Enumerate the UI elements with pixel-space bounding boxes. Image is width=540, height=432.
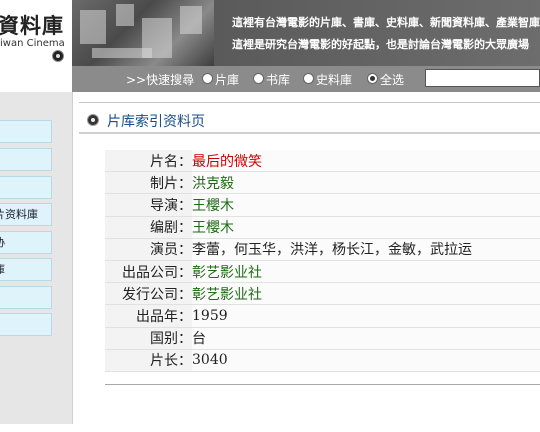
distributor-link[interactable]: 彰艺影业社 — [192, 282, 540, 306]
left-sidebar: 片资料庫 协 庫 — [0, 92, 73, 432]
screenwriter-link[interactable]: 王櫻木 — [192, 216, 540, 239]
radio-book-library-label[interactable]: 书库 — [266, 71, 290, 88]
field-label: 出品年： — [105, 304, 192, 328]
country-value: 台 — [192, 327, 540, 350]
production-company-link[interactable]: 彰艺影业社 — [192, 260, 540, 284]
table-row: 国别： 台 — [105, 327, 540, 350]
header-photo — [72, 0, 214, 66]
logo-english-text: iwan Cinema — [0, 38, 65, 49]
radio-history-library[interactable] — [303, 73, 314, 84]
site-header: 資料庫 iwan Cinema 這裡有台灣電影的片庫、書庫、史料庫、新聞資料庫、… — [0, 0, 540, 66]
film-title-value: 最后的微笑 — [192, 150, 540, 173]
field-label: 演员： — [105, 238, 192, 261]
table-row: 出品公司： 彰艺影业社 — [105, 260, 540, 284]
sidebar-item-3[interactable] — [0, 176, 52, 199]
producer-link[interactable]: 洪克毅 — [192, 171, 540, 195]
sidebar-item-6[interactable]: 庫 — [0, 258, 52, 281]
radio-history-library-label[interactable]: 史料庫 — [316, 71, 352, 88]
field-label: 出品公司： — [105, 260, 192, 284]
film-reel-icon — [87, 114, 99, 126]
quick-search-bar: >>快速搜尋 片庫 书库 史料庫 全选 — [72, 66, 540, 92]
field-label: 片名： — [105, 150, 192, 173]
sidebar-item-8[interactable] — [0, 313, 52, 336]
page-bottom — [0, 424, 540, 432]
field-label: 片长： — [105, 349, 192, 372]
sidebar-item-7[interactable] — [0, 286, 52, 309]
main-content: 片库索引资料页 片名： 最后的微笑 制片： 洪克毅 导演： 王櫻木 编剧： 王櫻… — [79, 92, 540, 432]
field-label: 编剧： — [105, 216, 192, 239]
logo-chinese-text: 資料庫 — [0, 13, 64, 38]
table-row: 片长： 3040 — [105, 349, 540, 372]
radio-select-all[interactable] — [367, 73, 378, 84]
table-row: 演员： 李蕾，何玉华，洪洋，杨长江，金敏，武拉运 — [105, 238, 540, 261]
table-row: 片名： 最后的微笑 — [105, 150, 540, 173]
field-label: 国别： — [105, 327, 192, 350]
length-value: 3040 — [192, 349, 540, 372]
header-tagline-banner: 這裡有台灣電影的片庫、書庫、史料庫、新聞資料庫、產業智庫、 這裡是研究台灣電影的… — [214, 0, 540, 66]
radio-film-library-label[interactable]: 片庫 — [215, 71, 239, 88]
bottom-divider — [105, 384, 540, 385]
tagline-line-2: 這裡是研究台灣電影的好起點，也是討論台灣電影的大眾廣場 — [232, 38, 529, 51]
table-row: 导演： 王櫻木 — [105, 193, 540, 217]
radio-select-all-label[interactable]: 全选 — [380, 71, 404, 88]
field-label: 制片： — [105, 171, 192, 195]
tagline-line-1: 這裡有台灣電影的片庫、書庫、史料庫、新聞資料庫、產業智庫、 — [232, 16, 540, 29]
sidebar-item-1[interactable] — [0, 120, 52, 143]
quick-search-label: >>快速搜尋 — [126, 73, 195, 87]
sidebar-item-film-database[interactable]: 片资料庫 — [0, 203, 52, 226]
page-title: 片库索引资料页 — [107, 114, 205, 130]
radio-book-library[interactable] — [253, 73, 264, 84]
table-row: 制片： 洪克毅 — [105, 171, 540, 195]
quick-search-input[interactable] — [425, 69, 540, 87]
title-divider — [79, 132, 540, 134]
table-row: 编剧： 王櫻木 — [105, 216, 540, 239]
sidebar-item-5[interactable]: 协 — [0, 231, 52, 254]
release-year-value: 1959 — [192, 304, 540, 328]
film-reel-icon — [52, 50, 64, 62]
table-row: 出品年： 1959 — [105, 304, 540, 328]
field-label: 发行公司： — [105, 282, 192, 306]
site-logo[interactable]: 資料庫 iwan Cinema — [0, 0, 73, 66]
table-row: 发行公司： 彰艺影业社 — [105, 282, 540, 306]
film-info-table: 片名： 最后的微笑 制片： 洪克毅 导演： 王櫻木 编剧： 王櫻木 演员： 李蕾… — [105, 150, 540, 372]
sidebar-item-2[interactable] — [0, 148, 52, 171]
radio-film-library[interactable] — [202, 73, 213, 84]
director-link[interactable]: 王櫻木 — [192, 193, 540, 217]
cast-value: 李蕾，何玉华，洪洋，杨长江，金敏，武拉运 — [192, 238, 540, 261]
top-divider — [79, 102, 540, 103]
field-label: 导演： — [105, 193, 192, 217]
